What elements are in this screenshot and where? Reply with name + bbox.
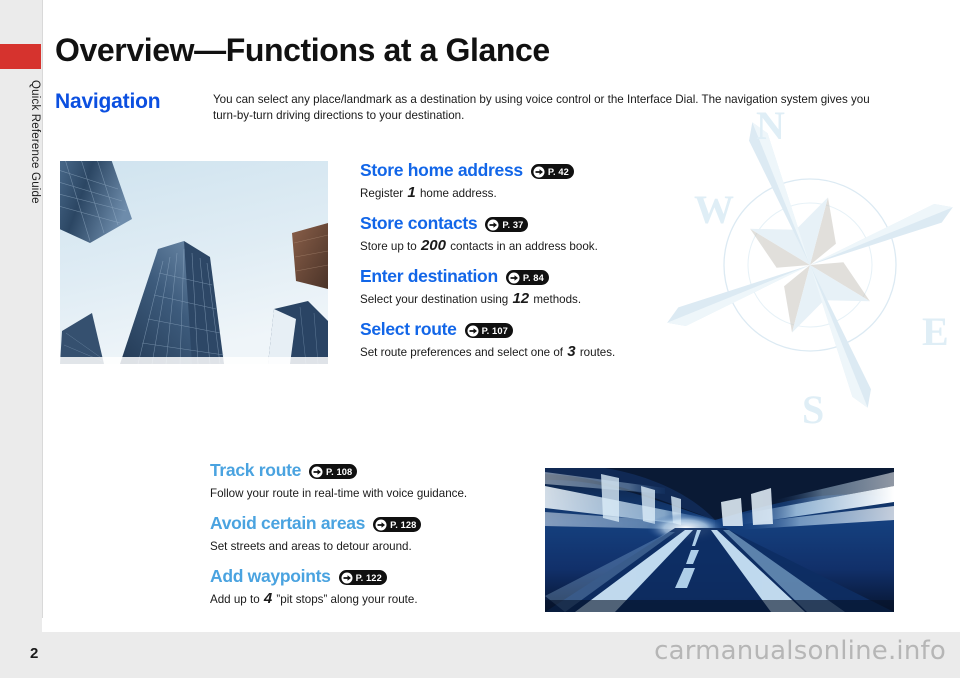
page-reference-badge[interactable]: P. 37 xyxy=(485,217,529,232)
page-reference-label: P. 84 xyxy=(522,272,544,283)
arrow-right-icon xyxy=(487,219,499,230)
side-tab-accent-block xyxy=(0,44,41,69)
arrow-right-icon xyxy=(467,325,479,336)
arrow-right-icon xyxy=(311,466,323,477)
section-intro-text: You can select any place/landmark as a d… xyxy=(213,93,870,122)
page-reference-badge[interactable]: P. 107 xyxy=(464,323,513,338)
page-number: 2 xyxy=(30,645,39,662)
footer-white-gap xyxy=(42,618,960,632)
feature-title: Store contacts xyxy=(360,213,478,233)
feature-heading: Enter destination P. 84 xyxy=(360,266,690,287)
feature-heading: Store contacts P. 37 xyxy=(360,213,690,234)
page-reference-badge[interactable]: P. 122 xyxy=(338,570,387,585)
feature-title: Store home address xyxy=(360,160,523,180)
feature-description: Follow your route in real-time with voic… xyxy=(210,484,550,502)
feature-item: Store contacts P. 37 Store up to 200 con… xyxy=(360,213,690,255)
feature-item: Avoid certain areas P. 128 Set streets a… xyxy=(210,513,550,555)
desc-after: home address. xyxy=(416,187,497,200)
page-footer: 2 carmanualsonline.info xyxy=(0,632,960,678)
desc-after: contacts in an address book. xyxy=(446,240,598,253)
desc-after: methods. xyxy=(530,293,582,306)
desc-before: Select your destination using xyxy=(360,293,512,306)
feature-item: Track route P. 108 Follow your route in … xyxy=(210,460,550,502)
page-reference-badge[interactable]: P. 128 xyxy=(373,517,422,532)
side-tab-label: Quick Reference Guide xyxy=(29,80,41,204)
page-reference-label: P. 37 xyxy=(502,219,524,230)
feature-item: Enter destination P. 84 Select your dest… xyxy=(360,266,690,308)
feature-title: Avoid certain areas xyxy=(210,513,366,533)
feature-heading: Add waypoints P. 122 xyxy=(210,566,550,587)
feature-description: Select your destination using 12 methods… xyxy=(360,290,690,308)
desc-before: Store up to xyxy=(360,240,420,253)
page-reference-label: P. 108 xyxy=(326,466,353,477)
feature-group-bottom: Track route P. 108 Follow your route in … xyxy=(210,460,550,608)
arrow-right-icon xyxy=(375,519,387,530)
arrow-right-icon xyxy=(533,166,545,177)
feature-item: Select route P. 107 Set route preference… xyxy=(360,319,690,361)
feature-description: Add up to 4 ”pit stops” along your route… xyxy=(210,590,550,608)
desc-before: Register xyxy=(360,187,407,200)
desc-before: Set streets and areas to detour around. xyxy=(210,540,412,553)
desc-highlight: 4 xyxy=(263,590,273,607)
desc-after: ”pit stops” along your route. xyxy=(273,593,418,606)
city-buildings-photo xyxy=(60,161,328,364)
tunnel-road-photo xyxy=(545,468,894,612)
feature-title: Add waypoints xyxy=(210,566,331,586)
desc-highlight: 200 xyxy=(420,237,446,254)
feature-title: Enter destination xyxy=(360,266,498,286)
desc-highlight: 12 xyxy=(512,290,530,307)
desc-before: Set route preferences and select one of xyxy=(360,346,567,359)
desc-before: Add up to xyxy=(210,593,263,606)
document-page: Quick Reference Guide N W E S Overview—F… xyxy=(0,0,960,678)
feature-title: Select route xyxy=(360,319,457,339)
desc-after: routes. xyxy=(576,346,616,359)
feature-heading: Select route P. 107 xyxy=(360,319,690,340)
feature-title: Track route xyxy=(210,460,302,480)
feature-description: Register 1 home address. xyxy=(360,184,690,202)
arrow-right-icon xyxy=(341,572,353,583)
compass-east-label: E xyxy=(922,309,949,354)
desc-highlight xyxy=(467,484,469,501)
page-reference-label: P. 107 xyxy=(481,325,508,336)
page-reference-badge[interactable]: P. 42 xyxy=(530,164,574,179)
page-reference-label: P. 42 xyxy=(547,166,569,177)
compass-south-label: S xyxy=(802,387,824,432)
feature-description: Store up to 200 contacts in an address b… xyxy=(360,237,690,255)
feature-description: Set route preferences and select one of … xyxy=(360,343,690,361)
page-title: Overview—Functions at a Glance xyxy=(55,32,550,68)
page-reference-label: P. 122 xyxy=(355,572,382,583)
feature-group-top: Store home address P. 42 Register 1 home… xyxy=(360,160,690,361)
side-tab: Quick Reference Guide xyxy=(0,0,43,632)
compass-rose-watermark: N W E S xyxy=(667,105,953,432)
compass-west-label: W xyxy=(694,187,734,232)
section-title: Navigation xyxy=(55,90,161,113)
page-reference-badge[interactable]: P. 108 xyxy=(309,464,358,479)
feature-heading: Store home address P. 42 xyxy=(360,160,690,181)
page-reference-label: P. 128 xyxy=(390,519,417,530)
desc-highlight: 1 xyxy=(407,184,416,201)
feature-heading: Track route P. 108 xyxy=(210,460,550,481)
feature-item: Store home address P. 42 Register 1 home… xyxy=(360,160,690,202)
desc-before: Follow your route in real-time with voic… xyxy=(210,487,468,500)
desc-highlight xyxy=(412,537,414,554)
arrow-right-icon xyxy=(508,272,520,283)
page-reference-badge[interactable]: P. 84 xyxy=(505,270,549,285)
feature-heading: Avoid certain areas P. 128 xyxy=(210,513,550,534)
desc-highlight: 3 xyxy=(567,343,576,360)
site-watermark: carmanualsonline.info xyxy=(654,636,946,666)
feature-description: Set streets and areas to detour around. xyxy=(210,537,550,555)
feature-item: Add waypoints P. 122 Add up to 4 ”pit st… xyxy=(210,566,550,608)
